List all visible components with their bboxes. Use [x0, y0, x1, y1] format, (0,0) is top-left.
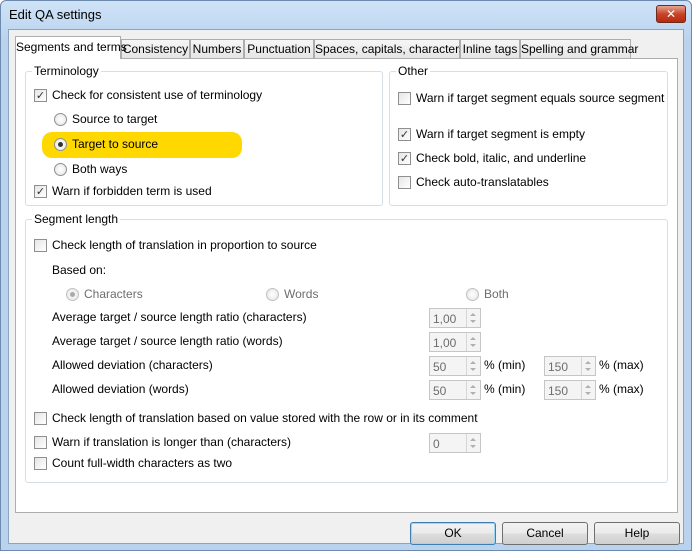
count-fullwidth-checkbox[interactable]	[34, 457, 47, 470]
other-group-label: Other	[396, 64, 431, 78]
warn-equals-label: Warn if target segment equals source seg…	[416, 91, 665, 105]
based-on-label: Based on:	[52, 263, 107, 277]
deviation-characters-label: Allowed deviation (characters)	[52, 358, 213, 372]
segment-length-group: Segment length Check length of translati…	[25, 212, 668, 483]
tab-punctuation[interactable]: Punctuation	[244, 39, 314, 58]
ratio-words-value: 1,00	[433, 336, 457, 350]
deviation-words-min-unit: % (min)	[484, 382, 526, 396]
deviation-characters-max-value: 150	[548, 360, 569, 374]
terminology-group: Terminology ✓ Check for consistent use o…	[25, 64, 383, 206]
check-consistent-terminology-label: Check for consistent use of terminology	[52, 88, 263, 102]
ratio-characters-label: Average target / source length ratio (ch…	[52, 310, 307, 324]
spin-arrows-icon[interactable]	[466, 357, 480, 375]
spin-arrows-icon[interactable]	[581, 357, 595, 375]
target-to-source-radio[interactable]	[54, 138, 67, 151]
deviation-characters-min-unit: % (min)	[484, 358, 526, 372]
ratio-characters-stepper[interactable]: 1,00	[429, 308, 481, 328]
title-bar[interactable]: Edit QA settings ✕	[1, 1, 691, 29]
tab-spaces-capitals-characters[interactable]: Spaces, capitals, characters	[314, 39, 465, 58]
based-on-words-label: Words	[284, 287, 319, 301]
check-stored-length-label: Check length of translation based on val…	[52, 411, 478, 425]
qa-settings-dialog: Edit QA settings ✕ Segments and terms Co…	[0, 0, 692, 551]
tab-spelling-and-grammar[interactable]: Spelling and grammar	[520, 39, 638, 58]
tab-consistency[interactable]: Consistency	[121, 39, 190, 58]
check-bold-italic-underline-checkbox[interactable]: ✓	[398, 152, 411, 165]
cancel-button[interactable]: Cancel	[502, 522, 588, 545]
deviation-characters-min-stepper[interactable]: 50	[429, 356, 481, 376]
tab-segments-and-terms[interactable]: Segments and terms	[15, 36, 127, 59]
ratio-words-stepper[interactable]: 1,00	[429, 332, 481, 352]
ok-button[interactable]: OK	[410, 522, 496, 545]
warn-longer-label: Warn if translation is longer than (char…	[52, 435, 291, 449]
tab-inline-tags[interactable]: Inline tags	[460, 39, 520, 58]
deviation-words-min-stepper[interactable]: 50	[429, 380, 481, 400]
target-to-source-label: Target to source	[72, 137, 159, 151]
deviation-words-max-stepper[interactable]: 150	[544, 380, 596, 400]
deviation-characters-min-value: 50	[433, 360, 447, 374]
other-group: Other Warn if target segment equals sour…	[389, 64, 668, 206]
both-ways-radio[interactable]	[54, 163, 67, 176]
check-auto-translatables-checkbox[interactable]	[398, 176, 411, 189]
window-title: Edit QA settings	[9, 7, 102, 22]
based-on-both-radio[interactable]	[466, 288, 479, 301]
warn-empty-label: Warn if target segment is empty	[416, 127, 585, 141]
warn-longer-stepper[interactable]: 0	[429, 433, 481, 453]
spin-arrows-icon[interactable]	[466, 333, 480, 351]
warn-longer-value: 0	[433, 437, 440, 451]
warn-longer-checkbox[interactable]	[34, 436, 47, 449]
spin-arrows-icon[interactable]	[466, 434, 480, 452]
terminology-group-label: Terminology	[32, 64, 101, 78]
spin-arrows-icon[interactable]	[581, 381, 595, 399]
ratio-words-label: Average target / source length ratio (wo…	[52, 334, 283, 348]
check-proportion-label: Check length of translation in proportio…	[52, 238, 317, 252]
check-consistent-terminology-checkbox[interactable]: ✓	[34, 89, 47, 102]
count-fullwidth-label: Count full-width characters as two	[52, 456, 233, 470]
deviation-characters-max-stepper[interactable]: 150	[544, 356, 596, 376]
dialog-body: Segments and terms Consistency Numbers P…	[8, 29, 684, 545]
ratio-characters-value: 1,00	[433, 312, 457, 326]
source-to-target-label: Source to target	[72, 112, 158, 126]
based-on-characters-label: Characters	[84, 287, 143, 301]
check-auto-translatables-label: Check auto-translatables	[416, 175, 549, 189]
deviation-words-max-unit: % (max)	[599, 382, 644, 396]
both-ways-label: Both ways	[72, 162, 128, 176]
check-bold-italic-underline-label: Check bold, italic, and underline	[416, 151, 587, 165]
tab-numbers[interactable]: Numbers	[190, 39, 244, 58]
deviation-words-label: Allowed deviation (words)	[52, 382, 189, 396]
spin-arrows-icon[interactable]	[466, 381, 480, 399]
based-on-both-label: Both	[484, 287, 509, 301]
based-on-characters-radio[interactable]	[66, 288, 79, 301]
check-proportion-checkbox[interactable]	[34, 239, 47, 252]
close-icon[interactable]: ✕	[656, 5, 686, 23]
tab-panel-segments-and-terms: Terminology ✓ Check for consistent use o…	[15, 58, 678, 513]
help-button[interactable]: Help	[594, 522, 680, 545]
deviation-words-max-value: 150	[548, 384, 569, 398]
warn-equals-checkbox[interactable]	[398, 92, 411, 105]
source-to-target-radio[interactable]	[54, 113, 67, 126]
warn-empty-checkbox[interactable]: ✓	[398, 128, 411, 141]
check-stored-length-checkbox[interactable]	[34, 412, 47, 425]
spin-arrows-icon[interactable]	[466, 309, 480, 327]
segment-length-group-label: Segment length	[32, 212, 121, 226]
deviation-characters-max-unit: % (max)	[599, 358, 644, 372]
warn-forbidden-term-label: Warn if forbidden term is used	[52, 184, 212, 198]
warn-forbidden-term-checkbox[interactable]: ✓	[34, 185, 47, 198]
based-on-words-radio[interactable]	[266, 288, 279, 301]
deviation-words-min-value: 50	[433, 384, 447, 398]
